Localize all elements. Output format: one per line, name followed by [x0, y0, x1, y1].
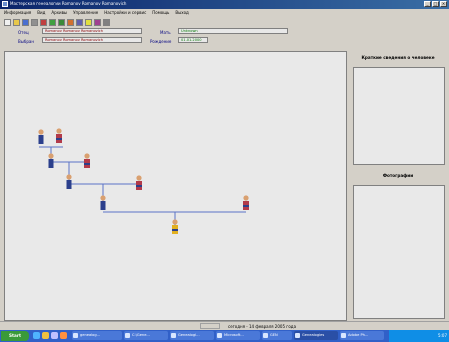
task-adobe[interactable]: Adobe Ph...	[340, 331, 384, 340]
person-node[interactable]	[100, 195, 106, 210]
person-node[interactable]	[84, 153, 90, 168]
folder-icon	[263, 333, 268, 338]
menu-bar: Информация Вид Архивы Управление Настрой…	[0, 9, 449, 17]
mother-label: Мать	[160, 30, 171, 35]
menu-view[interactable]: Вид	[37, 9, 45, 17]
close-button[interactable]: ×	[440, 1, 447, 7]
selected-field[interactable]: Romanov Romanov Romanovich	[42, 37, 142, 43]
maximize-button[interactable]: □	[432, 1, 439, 7]
task-label: Microsoft...	[224, 333, 244, 337]
system-tray: 5:07	[389, 330, 449, 342]
person-node[interactable]	[136, 175, 142, 190]
help-icon[interactable]	[85, 18, 92, 26]
chart-icon[interactable]	[94, 18, 101, 26]
birth-field[interactable]: 01.01.2000	[178, 37, 208, 43]
ie-icon[interactable]	[33, 332, 40, 339]
settings-icon[interactable]	[76, 18, 83, 26]
task-gen[interactable]: GEN	[262, 331, 292, 340]
window-title: Мастерская генеалогии Romanov Romanov Ro…	[10, 1, 127, 6]
photo-icon[interactable]	[67, 18, 74, 26]
taskbar: Start genealog... C:\Gene... Genealogi..…	[0, 330, 449, 342]
person-icon[interactable]	[40, 18, 47, 26]
family-tree-canvas[interactable]	[4, 51, 347, 321]
menu-manage[interactable]: Управление	[73, 9, 98, 17]
task-label: Genealogies	[302, 333, 325, 337]
new-icon[interactable]	[4, 18, 11, 26]
task-genealogies[interactable]: Genealogies	[294, 331, 338, 340]
status-cell	[200, 323, 220, 329]
person-node[interactable]	[243, 195, 249, 210]
task-label: Adobe Ph...	[348, 333, 369, 337]
photos-box	[353, 185, 445, 319]
start-button[interactable]: Start	[1, 331, 29, 341]
tree-icon[interactable]	[58, 18, 65, 26]
menu-info[interactable]: Информация	[4, 9, 31, 17]
toolbar	[0, 17, 449, 27]
person-node[interactable]	[56, 128, 62, 143]
menu-exit[interactable]: Выход	[175, 9, 188, 17]
side-panel: Краткие сведения о человеке Фотографии	[349, 51, 447, 321]
app-icon	[2, 1, 8, 7]
word-icon	[217, 333, 222, 338]
task-label: genealog...	[80, 333, 101, 337]
save-icon[interactable]	[22, 18, 29, 26]
person-node[interactable]	[48, 153, 54, 168]
mother-field[interactable]: Unknown	[178, 28, 288, 34]
summary-title: Краткие сведения о человеке	[349, 51, 447, 65]
minimize-button[interactable]: _	[424, 1, 431, 7]
photos-title: Фотографии	[349, 169, 447, 183]
task-genealog[interactable]: genealog...	[72, 331, 122, 340]
mail-icon[interactable]	[51, 332, 58, 339]
exit-icon[interactable]	[103, 18, 110, 26]
menu-settings[interactable]: Настройки и сервис	[104, 9, 146, 17]
summary-box	[353, 67, 445, 165]
task-label: GEN	[270, 333, 278, 337]
task-microsoft[interactable]: Microsoft...	[216, 331, 260, 340]
person-node[interactable]	[66, 174, 72, 189]
folder-icon[interactable]	[42, 332, 49, 339]
window-icon	[295, 333, 300, 338]
menu-help[interactable]: Помощь	[152, 9, 169, 17]
open-icon[interactable]	[13, 18, 20, 26]
media-icon[interactable]	[60, 332, 67, 339]
person-node[interactable]	[38, 129, 44, 144]
info-panel: Отец Romanov Romanov Romanovich Мать Unk…	[0, 27, 449, 49]
status-date: сегодня - 14 февраля 2005 года	[228, 324, 297, 329]
task-genealogi[interactable]: Genealogi...	[170, 331, 214, 340]
print-icon[interactable]	[31, 18, 38, 26]
selected-person-node[interactable]	[172, 219, 178, 234]
birth-label: Рождение	[150, 39, 172, 44]
folder-icon	[125, 333, 130, 338]
window-icon	[73, 333, 78, 338]
title-bar: Мастерская генеалогии Romanov Romanov Ro…	[0, 0, 449, 9]
task-label: C:\Gene...	[132, 333, 150, 337]
photoshop-icon	[341, 333, 346, 338]
father-field[interactable]: Romanov Romanov Romanovich	[42, 28, 142, 34]
task-gene-folder[interactable]: C:\Gene...	[124, 331, 168, 340]
status-bar: сегодня - 14 февраля 2005 года	[0, 321, 449, 330]
task-label: Genealogi...	[178, 333, 200, 337]
father-label: Отец	[18, 30, 29, 35]
window-icon	[171, 333, 176, 338]
family-tree-graph	[38, 128, 249, 234]
clock: 5:07	[438, 333, 447, 338]
search-icon[interactable]	[49, 18, 56, 26]
selected-label: Выбран	[18, 39, 34, 44]
menu-archives[interactable]: Архивы	[51, 9, 67, 17]
